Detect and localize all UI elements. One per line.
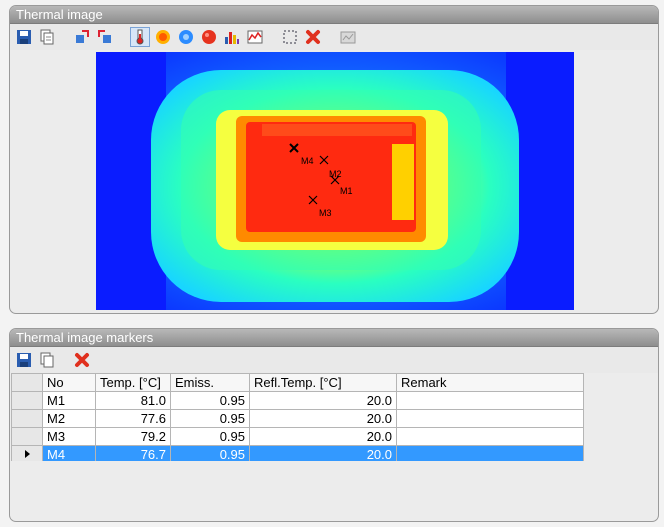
cell-no[interactable]: M3 [42,427,96,446]
select-area-button[interactable] [280,27,300,47]
histogram-icon [225,32,239,44]
export-button[interactable] [338,27,358,47]
table-empty-area [11,461,657,519]
copy-icon [40,352,54,368]
thermometer-button[interactable] [130,27,150,47]
cell-emiss[interactable]: 0.95 [170,391,250,410]
current-row-arrow-icon [25,450,30,458]
markers-delete-button[interactable] [72,350,92,370]
profile-button[interactable] [245,27,265,47]
thermal-image-panel: Thermal image M4 M2 M1 M3 [9,5,659,314]
cell-remark[interactable] [396,391,584,410]
marker-label-m4: M4 [301,156,314,166]
thermal-image-markers-panel: Thermal image markers No Temp. [°C] Emis… [9,328,659,522]
row-selector[interactable] [11,391,43,410]
copy-icon [40,29,54,45]
table-row[interactable]: M1 81.0 0.95 20.0 [11,391,584,410]
delete-button[interactable] [303,27,323,47]
export-icon [340,31,356,44]
rotate-right-button[interactable] [95,27,115,47]
marker-label-m2: M2 [329,169,342,179]
copy-button[interactable] [37,27,57,47]
rotate-left-button[interactable] [72,27,92,47]
cell-no[interactable]: M1 [42,391,96,410]
palette-red-button[interactable] [199,27,219,47]
marker-label-m1: M1 [340,186,353,196]
rotate-right-icon [98,30,111,43]
palette-red-icon [202,30,216,44]
markers-save-button[interactable] [14,350,34,370]
markers-toolbar [10,347,658,373]
rotate-left-icon [76,30,89,43]
column-header-no[interactable]: No [42,373,96,392]
table-row[interactable]: M3 79.2 0.95 20.0 [11,427,584,446]
table-row[interactable]: M2 77.6 0.95 20.0 [11,409,584,428]
palette-iron-button[interactable] [153,27,173,47]
select-area-icon [283,30,297,44]
thermometer-icon [136,29,144,45]
profile-icon [247,30,263,44]
thermal-image-panel-title: Thermal image [10,6,658,24]
cell-emiss[interactable]: 0.95 [170,427,250,446]
palette-rainbow-button[interactable] [176,27,196,47]
cell-temp[interactable]: 79.2 [95,427,171,446]
column-header-temp[interactable]: Temp. [°C] [95,373,171,392]
markers-table-header: No Temp. [°C] Emiss. Refl.Temp. [°C] Rem… [11,373,584,392]
palette-iron-icon [156,30,170,44]
marker-label-m3: M3 [319,208,332,218]
save-icon [17,30,31,44]
cell-temp[interactable]: 81.0 [95,391,171,410]
markers-table: No Temp. [°C] Emiss. Refl.Temp. [°C] Rem… [11,373,584,464]
delete-icon [75,353,89,367]
column-header-remark[interactable]: Remark [396,373,584,392]
cell-temp[interactable]: 77.6 [95,409,171,428]
save-icon [17,353,31,367]
cell-refl-temp[interactable]: 20.0 [249,427,397,446]
cell-no[interactable]: M2 [42,409,96,428]
column-header-refl-temp[interactable]: Refl.Temp. [°C] [249,373,397,392]
markers-copy-button[interactable] [37,350,57,370]
cell-remark[interactable] [396,409,584,428]
save-button[interactable] [14,27,34,47]
markers-panel-title: Thermal image markers [10,329,658,347]
thermal-image-toolbar [10,24,658,50]
palette-rainbow-icon [179,30,193,44]
cell-remark[interactable] [396,427,584,446]
row-selector[interactable] [11,427,43,446]
cell-refl-temp[interactable]: 20.0 [249,409,397,428]
thermal-image-view[interactable]: M4 M2 M1 M3 [96,52,574,310]
histogram-button[interactable] [222,27,242,47]
thermal-image [96,52,574,310]
row-header-corner [11,373,43,392]
column-header-emiss[interactable]: Emiss. [170,373,250,392]
cell-refl-temp[interactable]: 20.0 [249,391,397,410]
delete-icon [306,30,320,44]
row-selector[interactable] [11,409,43,428]
cell-emiss[interactable]: 0.95 [170,409,250,428]
